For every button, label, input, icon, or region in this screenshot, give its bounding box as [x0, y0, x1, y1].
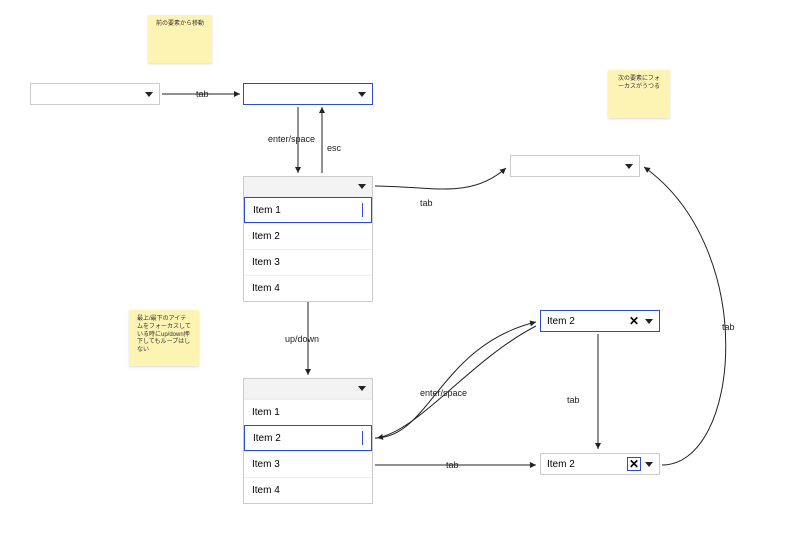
dropdown-selected-item2-clear-focused[interactable]: Item 2 ✕: [540, 453, 660, 475]
close-icon[interactable]: ✕: [627, 457, 641, 471]
listbox-item-label: Item 1: [252, 407, 280, 418]
key-label-enter-space: enter/space: [420, 388, 467, 398]
key-label-tab: tab: [567, 395, 580, 405]
listbox-item-2[interactable]: Item 2: [244, 223, 372, 249]
key-label-tab: tab: [196, 89, 209, 99]
sticky-note-top: 前の要素から移動: [148, 15, 212, 63]
listbox-header[interactable]: [244, 177, 372, 197]
listbox-header[interactable]: [244, 379, 372, 399]
key-label-enter-space: enter/space: [268, 134, 315, 144]
caret-down-icon: [145, 92, 153, 97]
diagram-arrows: [0, 0, 800, 545]
listbox-item-3[interactable]: Item 3: [244, 451, 372, 477]
caret-down-icon: [645, 319, 653, 324]
dropdown-value: Item 2: [547, 316, 575, 327]
text-cursor: [362, 203, 363, 217]
listbox-item-label: Item 4: [252, 485, 280, 496]
dropdown-selected-item2-focused[interactable]: Item 2 ✕: [540, 310, 660, 332]
listbox-item-label: Item 3: [252, 257, 280, 268]
listbox-item-label: Item 2: [252, 231, 280, 242]
listbox-item-label: Item 1: [253, 205, 281, 216]
key-label-esc: esc: [327, 143, 341, 153]
key-label-tab: tab: [722, 322, 735, 332]
dropdown-next-element[interactable]: [510, 155, 640, 177]
listbox-item-3[interactable]: Item 3: [244, 249, 372, 275]
listbox-item-1[interactable]: Item 1: [244, 197, 372, 223]
text-cursor: [362, 431, 363, 445]
listbox-item-label: Item 2: [253, 433, 281, 444]
caret-down-icon: [358, 92, 366, 97]
listbox-item-label: Item 3: [252, 459, 280, 470]
caret-down-icon: [358, 386, 366, 391]
caret-down-icon: [358, 184, 366, 189]
listbox-item-1[interactable]: Item 1: [244, 399, 372, 425]
listbox-open-item1-focused[interactable]: Item 1 Item 2 Item 3 Item 4: [243, 176, 373, 302]
key-label-up-down: up/down: [285, 334, 319, 344]
key-label-tab: tab: [420, 198, 433, 208]
listbox-item-4[interactable]: Item 4: [244, 477, 372, 503]
key-label-tab: tab: [446, 460, 459, 470]
caret-down-icon: [625, 164, 633, 169]
dropdown-prev-element[interactable]: [30, 83, 160, 105]
listbox-item-4[interactable]: Item 4: [244, 275, 372, 301]
dropdown-focused-closed[interactable]: [243, 83, 373, 105]
sticky-note-left: 最上/最下のアイテムをフォーカスしている時にup/down押下してもループはしな…: [129, 310, 199, 366]
close-icon[interactable]: ✕: [627, 314, 641, 328]
listbox-item-2[interactable]: Item 2: [244, 425, 372, 451]
caret-down-icon: [645, 462, 653, 467]
listbox-item-label: Item 4: [252, 283, 280, 294]
dropdown-value: Item 2: [547, 459, 575, 470]
sticky-note-right: 次の要素にフォーカスがうつる: [608, 70, 670, 118]
listbox-open-item2-focused[interactable]: Item 1 Item 2 Item 3 Item 4: [243, 378, 373, 504]
